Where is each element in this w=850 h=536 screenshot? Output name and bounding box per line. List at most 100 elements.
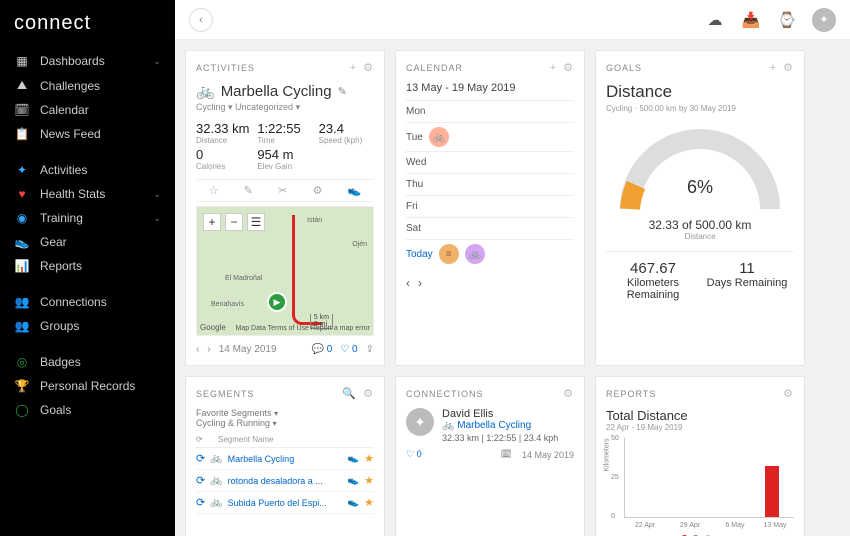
cloud-upload-icon[interactable]: ☁ — [704, 9, 726, 31]
card-title: Reports — [606, 389, 656, 399]
connections-card: Connections ⚙ ✦ David Ellis 🚲 Marbella C… — [395, 376, 585, 536]
add-icon[interactable]: + — [350, 62, 357, 74]
activity-title[interactable]: Marbella Cycling — [221, 83, 332, 100]
zoom-out-button[interactable]: − — [225, 213, 243, 231]
activities-card: Activities +⚙ 🚲 Marbella Cycling ✎ Cycli… — [185, 50, 385, 366]
gear-icon[interactable]: ⚙ — [563, 388, 574, 400]
conn-like[interactable]: ♡ 0 — [406, 449, 422, 460]
connection-avatar[interactable]: ✦ — [406, 408, 434, 436]
add-icon[interactable]: + — [770, 62, 777, 74]
sidebar-item-reports[interactable]: 📊Reports — [0, 254, 175, 278]
metric: 954 mElev Gain — [257, 147, 312, 171]
metric: 32.33 kmDistance — [196, 121, 251, 145]
avatar[interactable]: ✦ — [812, 8, 836, 32]
calendar-nav: ‹ › — [406, 276, 574, 290]
segments-tab-fav[interactable]: Favorite Segments ▾ — [196, 408, 278, 418]
chart-ylabel: Kilometers — [604, 438, 611, 471]
activity-date: 14 May 2019 — [219, 344, 277, 355]
sidebar-item-gear[interactable]: 👟Gear — [0, 230, 175, 254]
segment-row[interactable]: ⟳🚲rotonda desaladora a ...👟★ — [196, 470, 374, 492]
gear-icon[interactable]: ⚙ — [563, 62, 574, 74]
map-label: Ojén — [352, 241, 367, 248]
goal-percent: 6% — [615, 177, 785, 198]
chart-bar — [765, 466, 779, 517]
calendar-day[interactable]: Today≡🚲 — [406, 239, 574, 268]
activity-subtitle[interactable]: Cycling ▾ Uncategorized ▾ — [196, 102, 374, 113]
card-title: Calendar — [406, 63, 463, 73]
sidebar-item-personal-records[interactable]: 🏆Personal Records — [0, 374, 175, 398]
sidebar: connect ▦Dashboards⌄⛰Challenges🗓Calendar… — [0, 0, 175, 536]
segment-row[interactable]: ⟳🚲Subida Puerto del Espi...👟★ — [196, 492, 374, 514]
activity-toolbar: ☆ ✎ ✂ ⚙ 👟 — [196, 179, 374, 202]
gear-icon[interactable]: ⚙ — [783, 388, 794, 400]
connection-name[interactable]: David Ellis — [442, 408, 558, 420]
goal-progress-label: Distance — [606, 232, 794, 241]
sidebar-item-groups[interactable]: 👥Groups — [0, 314, 175, 338]
activity-map[interactable]: + − ☰ Istán El Madroñal Benahavís Ojén ▶… — [196, 206, 374, 336]
gear-icon[interactable]: ⚙ — [363, 62, 374, 74]
google-logo: Google — [200, 323, 226, 332]
share-icon[interactable]: ⇪ — [366, 344, 374, 355]
metric: 0Calories — [196, 147, 251, 171]
sidebar-item-activities[interactable]: ✦Activities — [0, 158, 175, 182]
sidebar-item-dashboards[interactable]: ▦Dashboards⌄ — [0, 49, 175, 73]
calendar-day[interactable]: Thu — [406, 173, 574, 195]
cal-prev-icon[interactable]: ‹ — [406, 276, 410, 290]
trim-icon[interactable]: ✂ — [278, 184, 287, 197]
connection-activity-link[interactable]: 🚲 Marbella Cycling — [442, 420, 558, 431]
map-label: El Madroñal — [225, 275, 262, 282]
inbox-icon[interactable]: 📥 — [740, 9, 762, 31]
activity-title-row: 🚲 Marbella Cycling ✎ — [196, 82, 374, 100]
goals-card: Goals +⚙ Distance Cycling · 500.00 km by… — [595, 50, 805, 366]
card-title: Goals — [606, 63, 642, 73]
start-pin-icon: ▶ — [267, 292, 287, 312]
star-icon[interactable]: ☆ — [209, 184, 219, 197]
calendar-icon: 🗓 — [501, 449, 512, 460]
metric: 23.4Speed (kph) — [319, 121, 374, 145]
edit-tool-icon[interactable]: ✎ — [244, 184, 253, 197]
edit-icon[interactable]: ✎ — [338, 85, 347, 98]
gear-tool-icon[interactable]: ⚙ — [313, 184, 323, 197]
prev-icon[interactable]: ‹ — [196, 344, 199, 355]
sidebar-item-calendar[interactable]: 🗓Calendar — [0, 98, 175, 122]
sidebar-item-connections[interactable]: 👥Connections — [0, 290, 175, 314]
segment-row[interactable]: ⟳🚲Marbella Cycling👟★ — [196, 448, 374, 470]
sidebar-item-goals[interactable]: ◯Goals — [0, 398, 175, 422]
calendar-day[interactable]: Wed — [406, 151, 574, 173]
cycling-icon: 🚲 — [196, 82, 215, 100]
add-icon[interactable]: + — [550, 62, 557, 74]
map-attribution[interactable]: Map Data Terms of Use Report a map error — [235, 325, 370, 332]
shoe-icon[interactable]: 👟 — [348, 184, 362, 197]
sidebar-item-training[interactable]: ◉Training⌄ — [0, 206, 175, 230]
search-icon[interactable]: 🔍 — [342, 388, 357, 400]
sidebar-item-challenges[interactable]: ⛰Challenges — [0, 73, 175, 98]
comment-count[interactable]: 💬 0 — [312, 344, 333, 355]
calendar-day[interactable]: Sat — [406, 217, 574, 239]
dashboard-grid: Activities +⚙ 🚲 Marbella Cycling ✎ Cycli… — [175, 40, 850, 536]
reports-card: Reports ⚙ Total Distance 22 Apr - 19 May… — [595, 376, 805, 536]
report-title: Total Distance — [606, 408, 794, 423]
back-button[interactable]: ‹ — [189, 8, 213, 32]
like-count[interactable]: ♡ 0 — [340, 344, 357, 355]
calendar-day[interactable]: Fri — [406, 195, 574, 217]
goal-remaining: 11Days Remaining — [700, 260, 794, 301]
cal-next-icon[interactable]: › — [418, 276, 422, 290]
gear-icon[interactable]: ⚙ — [363, 388, 374, 400]
card-title: Segments — [196, 389, 255, 399]
device-icon[interactable]: ⌚ — [776, 9, 798, 31]
zoom-in-button[interactable]: + — [203, 213, 221, 231]
gear-icon[interactable]: ⚙ — [783, 62, 794, 74]
layers-button[interactable]: ☰ — [247, 213, 265, 231]
goal-gauge: 6% — [615, 119, 785, 214]
calendar-day[interactable]: Tue🚲 — [406, 122, 574, 151]
calendar-day[interactable]: Mon — [406, 100, 574, 122]
connection-meta: 32.33 km | 1:22:55 | 23.4 kph — [442, 433, 558, 443]
next-icon[interactable]: › — [207, 344, 210, 355]
sidebar-item-badges[interactable]: ◎Badges — [0, 350, 175, 374]
segments-tab-type[interactable]: Cycling & Running ▾ — [196, 418, 277, 428]
topbar: ‹ ☁ 📥 ⌚ ✦ — [175, 0, 850, 40]
sidebar-item-health-stats[interactable]: ♥Health Stats⌄ — [0, 182, 175, 206]
segments-card: Segments 🔍 ⚙ Favorite Segments ▾ Cycling … — [185, 376, 385, 536]
card-title: Connections — [406, 389, 484, 399]
sidebar-item-news-feed[interactable]: 📋News Feed — [0, 122, 175, 146]
